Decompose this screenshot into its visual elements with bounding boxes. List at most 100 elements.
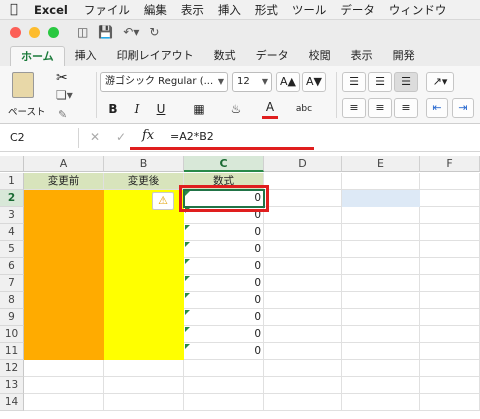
cell-d3[interactable]: [264, 207, 342, 224]
cell-b1[interactable]: 変更後: [104, 173, 184, 190]
cut-icon[interactable]: ✂: [56, 70, 68, 86]
bold-button[interactable]: B: [104, 99, 122, 119]
row-header-14[interactable]: 14: [0, 394, 24, 411]
row-header-11[interactable]: 11: [0, 343, 24, 360]
row-header-7[interactable]: 7: [0, 275, 24, 292]
tab-view[interactable]: 表示: [341, 46, 383, 66]
redo-icon[interactable]: ↻: [149, 25, 159, 39]
cell-d14[interactable]: [264, 394, 342, 411]
sidebar-toggle-icon[interactable]: ◫: [77, 25, 88, 39]
align-left-icon[interactable]: ≡: [342, 98, 366, 118]
cell-e11[interactable]: [342, 343, 420, 360]
row-header-9[interactable]: 9: [0, 309, 24, 326]
menu-tools[interactable]: ツール: [292, 2, 327, 18]
menu-insert[interactable]: 挿入: [218, 2, 241, 18]
align-top-icon[interactable]: ☰: [342, 72, 366, 92]
cell-d6[interactable]: [264, 258, 342, 275]
cell-d13[interactable]: [264, 377, 342, 394]
paste-label[interactable]: ペースト: [8, 104, 46, 118]
cell-d12[interactable]: [264, 360, 342, 377]
row-header-6[interactable]: 6: [0, 258, 24, 275]
row-header-2[interactable]: 2: [0, 190, 24, 207]
menu-window[interactable]: ウィンドウ: [389, 2, 447, 18]
cell-b13[interactable]: [104, 377, 184, 394]
shrink-font-button[interactable]: A▼: [302, 72, 326, 92]
font-name-dropdown[interactable]: 游ゴシック Regular (... ▼: [100, 72, 228, 92]
italic-button[interactable]: I: [128, 99, 146, 119]
cancel-icon[interactable]: ✕: [90, 130, 100, 144]
cell-f7[interactable]: [420, 275, 480, 292]
range-a2-a11[interactable]: [24, 190, 104, 360]
tab-page-layout[interactable]: 印刷レイアウト: [107, 46, 204, 66]
cell-d5[interactable]: [264, 241, 342, 258]
cell-e10[interactable]: [342, 326, 420, 343]
row-header-10[interactable]: 10: [0, 326, 24, 343]
cell-a14[interactable]: [24, 394, 104, 411]
cell-b12[interactable]: [104, 360, 184, 377]
zoom-window-button[interactable]: [48, 26, 59, 38]
cell-f12[interactable]: [420, 360, 480, 377]
cell-e2[interactable]: [342, 190, 420, 207]
cell-d8[interactable]: [264, 292, 342, 309]
column-header-d[interactable]: D: [264, 156, 342, 172]
orientation-icon[interactable]: ↗▾: [426, 72, 454, 92]
cell-d1[interactable]: [264, 173, 342, 190]
cell-e13[interactable]: [342, 377, 420, 394]
minimize-window-button[interactable]: [29, 26, 40, 38]
insert-function-button[interactable]: fx: [142, 128, 154, 143]
tab-developer[interactable]: 開発: [383, 46, 425, 66]
cell-f13[interactable]: [420, 377, 480, 394]
menu-app[interactable]: Excel: [34, 3, 68, 17]
copy-icon[interactable]: ❏▾: [56, 88, 73, 102]
cell-d2[interactable]: [264, 190, 342, 207]
menu-data[interactable]: データ: [340, 2, 375, 18]
cell-d4[interactable]: [264, 224, 342, 241]
underline-button[interactable]: U: [152, 99, 170, 119]
row-header-13[interactable]: 13: [0, 377, 24, 394]
cell-f2[interactable]: [420, 190, 480, 207]
close-window-button[interactable]: [10, 26, 21, 38]
select-all-corner[interactable]: [0, 156, 24, 172]
row-header-12[interactable]: 12: [0, 360, 24, 377]
cell-f5[interactable]: [420, 241, 480, 258]
cell-f4[interactable]: [420, 224, 480, 241]
cell-e12[interactable]: [342, 360, 420, 377]
cell-f8[interactable]: [420, 292, 480, 309]
range-b2-b11[interactable]: [104, 190, 184, 360]
menu-format[interactable]: 形式: [255, 2, 278, 18]
cell-c13[interactable]: [184, 377, 264, 394]
cell-f6[interactable]: [420, 258, 480, 275]
menu-edit[interactable]: 編集: [144, 2, 167, 18]
row-header-3[interactable]: 3: [0, 207, 24, 224]
cell-c4[interactable]: 0: [184, 224, 264, 241]
phonetic-icon[interactable]: abc: [292, 99, 316, 119]
column-header-e[interactable]: E: [342, 156, 420, 172]
cell-e7[interactable]: [342, 275, 420, 292]
cell-c12[interactable]: [184, 360, 264, 377]
cell-e1[interactable]: [342, 173, 420, 190]
confirm-icon[interactable]: ✓: [116, 130, 126, 144]
cell-d9[interactable]: [264, 309, 342, 326]
align-right-icon[interactable]: ≡: [394, 98, 418, 118]
column-header-c[interactable]: C: [184, 156, 264, 172]
column-header-a[interactable]: A: [24, 156, 104, 172]
align-middle-icon[interactable]: ☰: [368, 72, 392, 92]
cell-e3[interactable]: [342, 207, 420, 224]
cell-c6[interactable]: 0: [184, 258, 264, 275]
cell-e14[interactable]: [342, 394, 420, 411]
decrease-indent-icon[interactable]: ⇤: [426, 98, 448, 118]
tab-home[interactable]: ホーム: [10, 46, 65, 66]
cell-c5[interactable]: 0: [184, 241, 264, 258]
cell-d7[interactable]: [264, 275, 342, 292]
column-header-f[interactable]: F: [420, 156, 480, 172]
cell-d10[interactable]: [264, 326, 342, 343]
formula-input[interactable]: =A2*B2: [170, 130, 214, 143]
cell-e9[interactable]: [342, 309, 420, 326]
cell-d11[interactable]: [264, 343, 342, 360]
font-color-button[interactable]: A: [262, 99, 278, 119]
tab-review[interactable]: 校閲: [299, 46, 341, 66]
tab-data[interactable]: データ: [246, 46, 299, 66]
cell-c9[interactable]: 0: [184, 309, 264, 326]
row-header-4[interactable]: 4: [0, 224, 24, 241]
cell-c10[interactable]: 0: [184, 326, 264, 343]
